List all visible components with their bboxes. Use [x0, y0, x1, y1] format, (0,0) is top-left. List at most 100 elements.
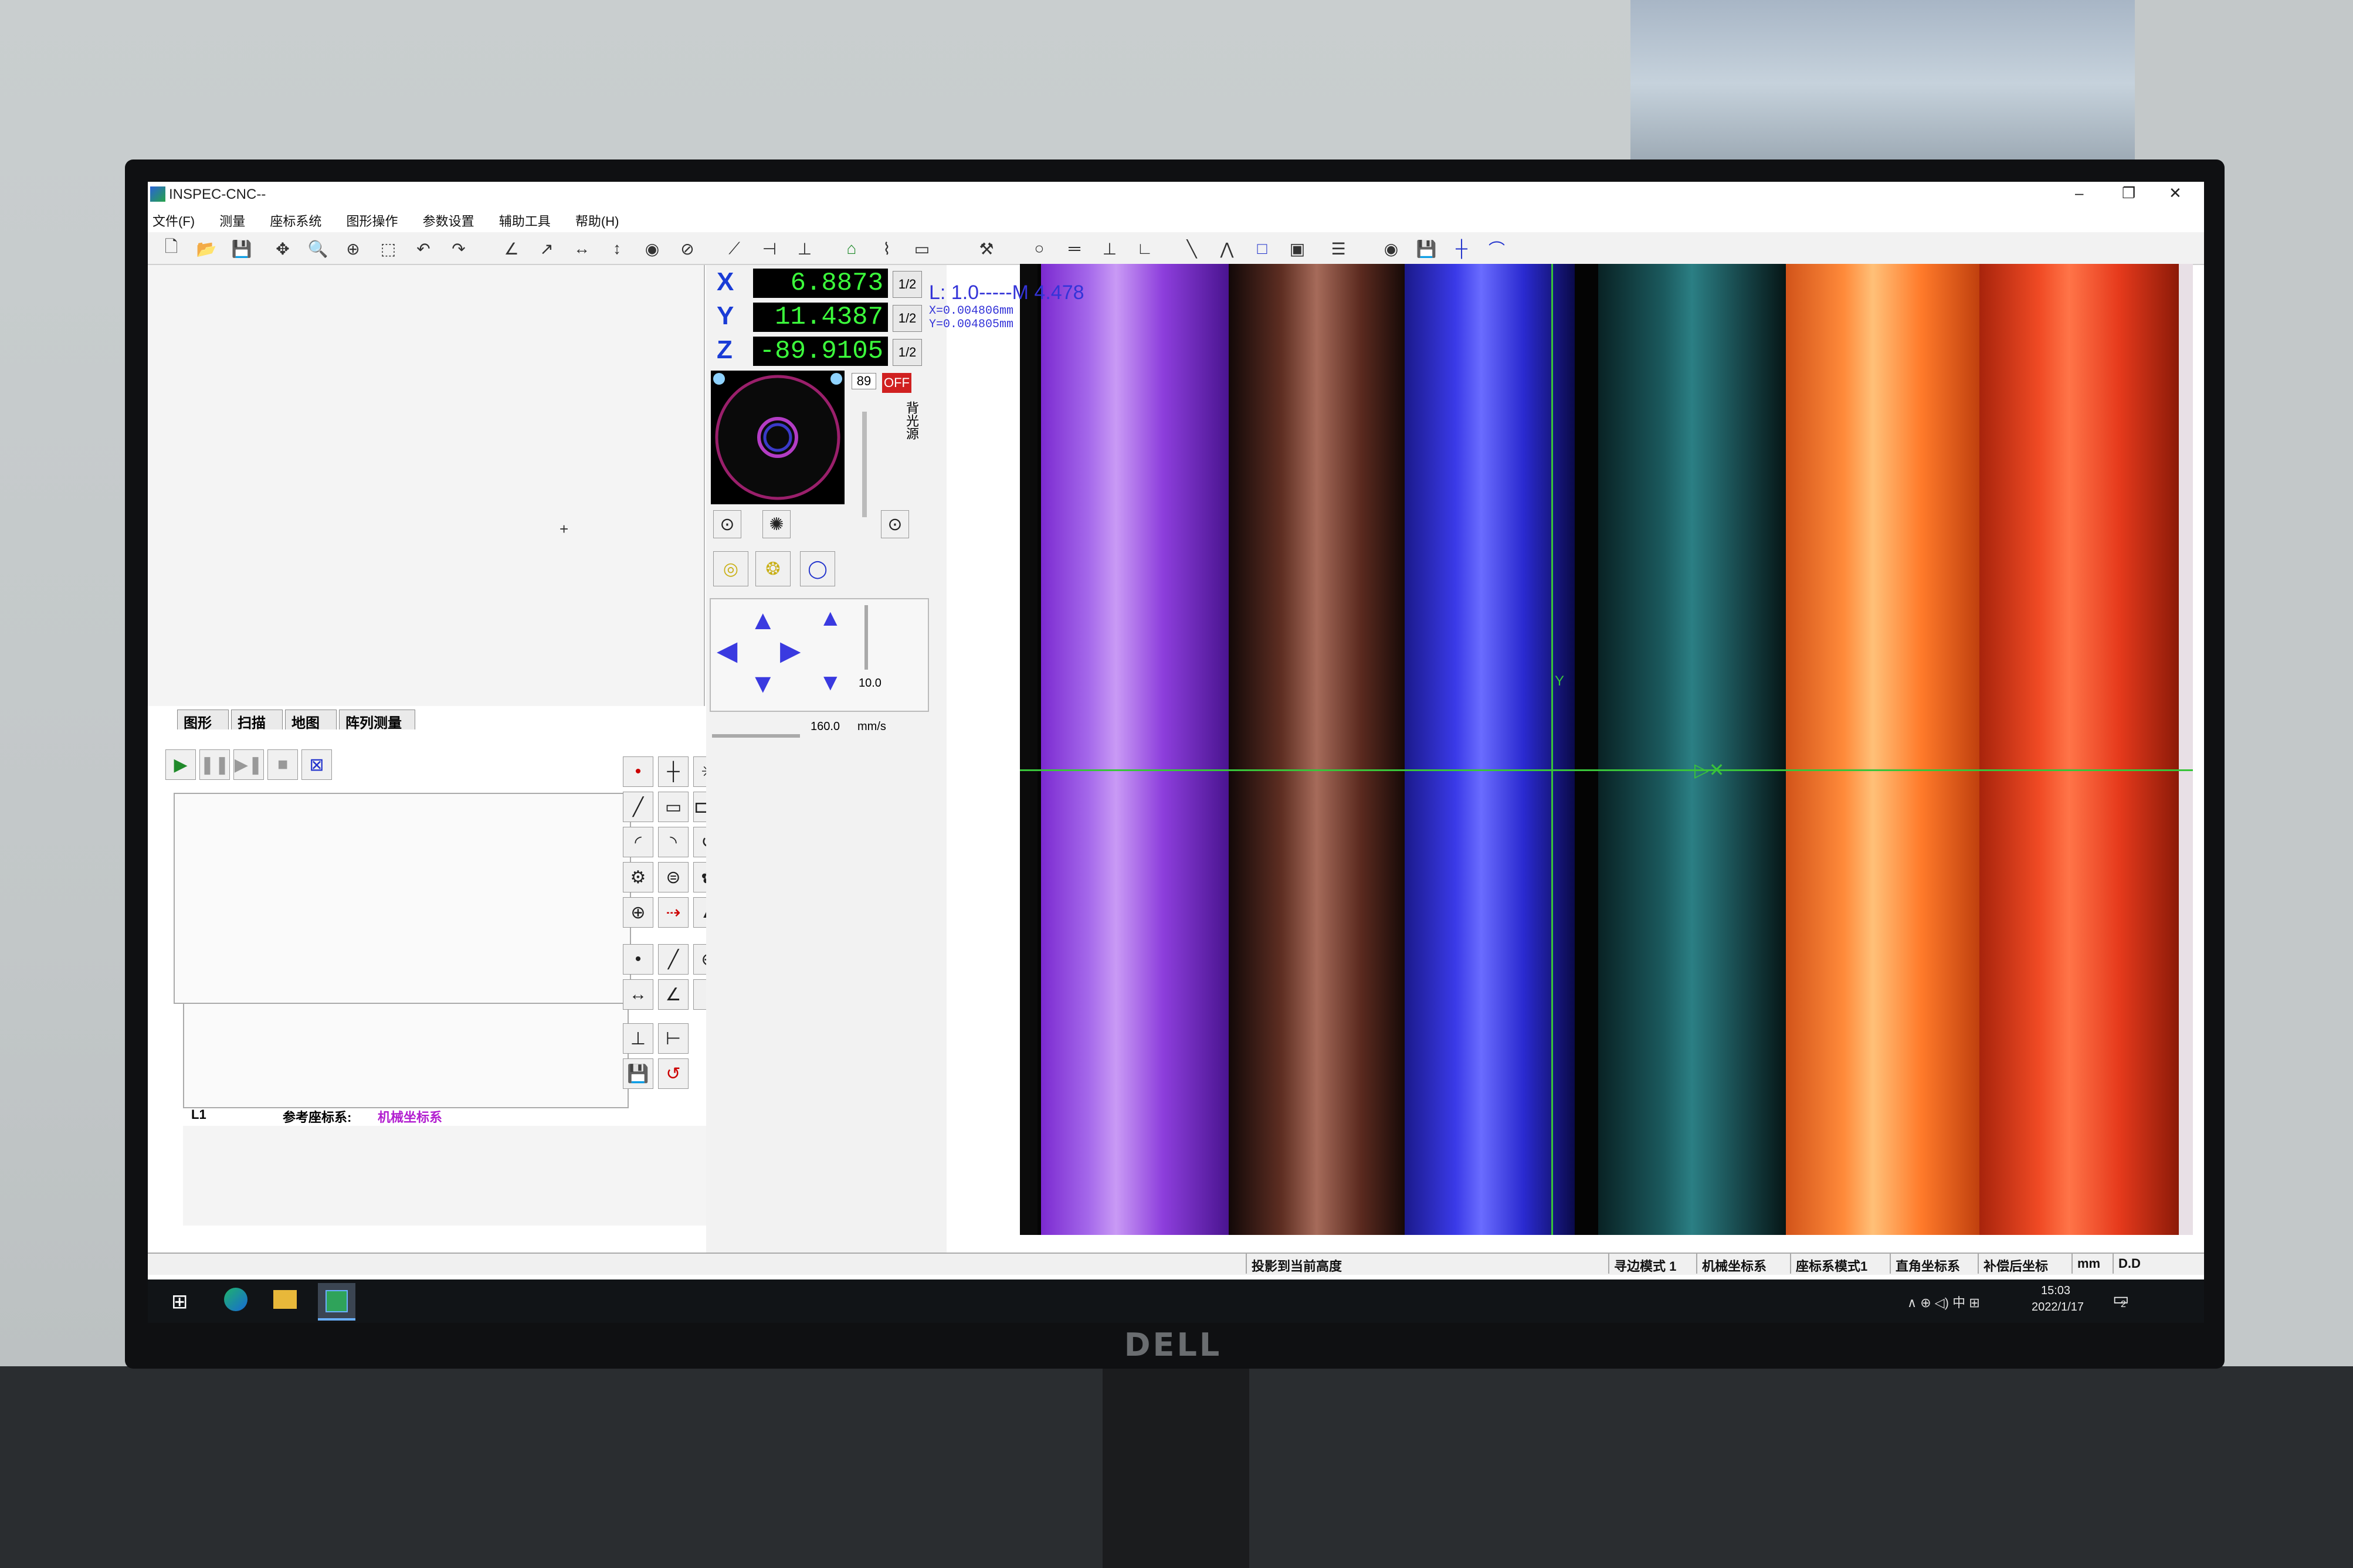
menu-file[interactable]: 文件(F)	[152, 211, 195, 230]
light-ring-widget[interactable]	[711, 371, 845, 504]
point-tool-icon[interactable]: •	[623, 756, 653, 787]
undo-icon[interactable]: ↶	[412, 237, 435, 260]
play-icon[interactable]: ▶	[165, 749, 196, 780]
angle-icon[interactable]: ∟	[1133, 237, 1157, 260]
zoom-icon[interactable]: 🔍	[306, 237, 330, 260]
minimize-button[interactable]: –	[2075, 184, 2083, 202]
rectangle-icon[interactable]: □	[1250, 237, 1274, 260]
z-half-button[interactable]: 1/2	[893, 339, 922, 366]
menu-settings[interactable]: 参数设置	[423, 211, 474, 230]
jog-down-icon[interactable]: ▼	[750, 667, 777, 699]
step-icon[interactable]: ▶❚	[233, 749, 264, 780]
angle-tool-icon[interactable]: ∠	[658, 979, 689, 1010]
program-list[interactable]	[174, 793, 631, 1004]
dimension-x-icon[interactable]: ⊣	[758, 237, 781, 260]
ring-light-icon[interactable]: ◯	[800, 551, 835, 586]
eye-icon[interactable]: ◉	[1379, 237, 1403, 260]
menu-help[interactable]: 帮助(H)	[575, 211, 619, 230]
construct-point-icon[interactable]: •	[623, 944, 653, 975]
line-icon[interactable]: ╲	[1180, 237, 1203, 260]
dimension-y-icon[interactable]: ⊥	[793, 237, 816, 260]
surface-light-icon[interactable]: ◎	[713, 551, 748, 586]
light-segment-icon[interactable]: ✺	[762, 510, 791, 538]
angle-measure-icon[interactable]: ∠	[500, 237, 523, 260]
tab-scan[interactable]: 扫描	[231, 710, 283, 731]
jog-up-icon[interactable]: ▲	[750, 604, 777, 636]
clock-date[interactable]: 2022/1/17	[2032, 1301, 2084, 1314]
distance-icon[interactable]: ⟋	[723, 237, 746, 260]
graph-icon[interactable]: ⌇	[875, 237, 899, 260]
speed-slider[interactable]	[712, 734, 800, 738]
light-ring-small-icon[interactable]: ⊙	[713, 510, 741, 538]
tab-map[interactable]: 地图	[285, 710, 337, 731]
radius-icon[interactable]: ◉	[640, 237, 664, 260]
system-tray[interactable]: ∧ ⊕ ◁) 中 ⊞	[1907, 1292, 1980, 1311]
z-up-icon[interactable]: ▲	[819, 605, 842, 632]
file-explorer-icon[interactable]	[273, 1290, 297, 1309]
symmetry-icon[interactable]: ⋀	[1215, 237, 1239, 260]
curve-icon[interactable]: ⌒	[1485, 237, 1508, 260]
menu-coordinate[interactable]: 座标系统	[270, 211, 321, 230]
coaxial-light-icon[interactable]: ❂	[755, 551, 791, 586]
point-move-icon[interactable]: ⇢	[658, 897, 689, 928]
pan-icon[interactable]: ✥	[271, 237, 294, 260]
coord-origin-icon[interactable]: ⊥	[623, 1023, 653, 1054]
fit-view-icon[interactable]: ⬚	[377, 237, 400, 260]
rect-tool-icon[interactable]: ▭	[658, 792, 689, 822]
z-speed-slider[interactable]	[864, 605, 868, 670]
redo-icon[interactable]: ↷	[447, 237, 470, 260]
perpendicular-icon[interactable]: ⊥	[1098, 237, 1121, 260]
open-folder-icon[interactable]: 📂	[195, 237, 218, 260]
save-icon[interactable]: 💾	[230, 237, 253, 260]
construct-line-icon[interactable]: ╱	[658, 944, 689, 975]
barrel-icon[interactable]: ⊜	[658, 862, 689, 892]
list-icon[interactable]: ☰	[1327, 237, 1350, 260]
excel-export-icon[interactable]: ⊠	[301, 749, 332, 780]
arrow-icon[interactable]: ↗	[535, 237, 558, 260]
tab-array-measure[interactable]: 阵列测量	[339, 710, 415, 731]
save-program-icon[interactable]: 💾	[623, 1058, 653, 1089]
tab-graphics[interactable]: 图形	[177, 710, 229, 731]
z-down-icon[interactable]: ▼	[819, 670, 842, 696]
vertical-dim-icon[interactable]: ↕	[605, 237, 629, 260]
tools-icon[interactable]: ⚒	[975, 237, 998, 260]
pause-icon[interactable]: ❚❚	[199, 749, 230, 780]
new-file-icon[interactable]: 🗋	[160, 237, 183, 260]
reset-icon[interactable]: ↺	[658, 1058, 689, 1089]
box-icon[interactable]: ▣	[1286, 237, 1309, 260]
line-tool-icon[interactable]: ╱	[623, 792, 653, 822]
close-button[interactable]: ✕	[2169, 184, 2182, 202]
parallel-icon[interactable]: ═	[1063, 237, 1086, 260]
result-list[interactable]	[183, 1003, 629, 1108]
light-off-button[interactable]: OFF	[882, 373, 911, 393]
home-icon[interactable]: ⌂	[840, 237, 863, 260]
cross-point-icon[interactable]: ┼	[658, 756, 689, 787]
crosshair-tool-icon[interactable]: ⊕	[623, 897, 653, 928]
disk-icon[interactable]: 💾	[1415, 237, 1438, 260]
menu-measure[interactable]: 测量	[219, 211, 245, 230]
window-icon[interactable]: ▭	[910, 237, 934, 260]
camera-view[interactable]: Y ▷✕	[1020, 264, 2193, 1235]
light-slider[interactable]	[862, 412, 867, 517]
stop-icon[interactable]: ■	[267, 749, 298, 780]
y-half-button[interactable]: 1/2	[893, 305, 922, 332]
jog-right-icon[interactable]: ▶	[780, 634, 801, 666]
arc-left-icon[interactable]: ◜	[623, 827, 653, 857]
clock-time[interactable]: 15:03	[2041, 1284, 2070, 1298]
restore-button[interactable]: ❐	[2122, 184, 2135, 202]
menu-graphics[interactable]: 图形操作	[347, 211, 398, 230]
jog-left-icon[interactable]: ◀	[717, 634, 737, 666]
axis-icon[interactable]: ┼	[1450, 237, 1473, 260]
horizontal-dim-icon[interactable]: ↔	[570, 237, 594, 260]
start-icon[interactable]: ⊞	[171, 1290, 188, 1314]
distance-tool-icon[interactable]: ↔	[623, 979, 653, 1010]
light-off-icon[interactable]: ⊙	[881, 510, 909, 538]
center-target-icon[interactable]: ⊕	[341, 237, 365, 260]
x-half-button[interactable]: 1/2	[893, 271, 922, 298]
coord-align-icon[interactable]: ⊢	[658, 1023, 689, 1054]
menu-tools[interactable]: 辅助工具	[499, 211, 551, 230]
inspec-app-icon[interactable]	[318, 1283, 355, 1321]
diameter-icon[interactable]: ⊘	[676, 237, 699, 260]
gear-profile-icon[interactable]: ⚙	[623, 862, 653, 892]
edge-browser-icon[interactable]	[224, 1288, 247, 1311]
